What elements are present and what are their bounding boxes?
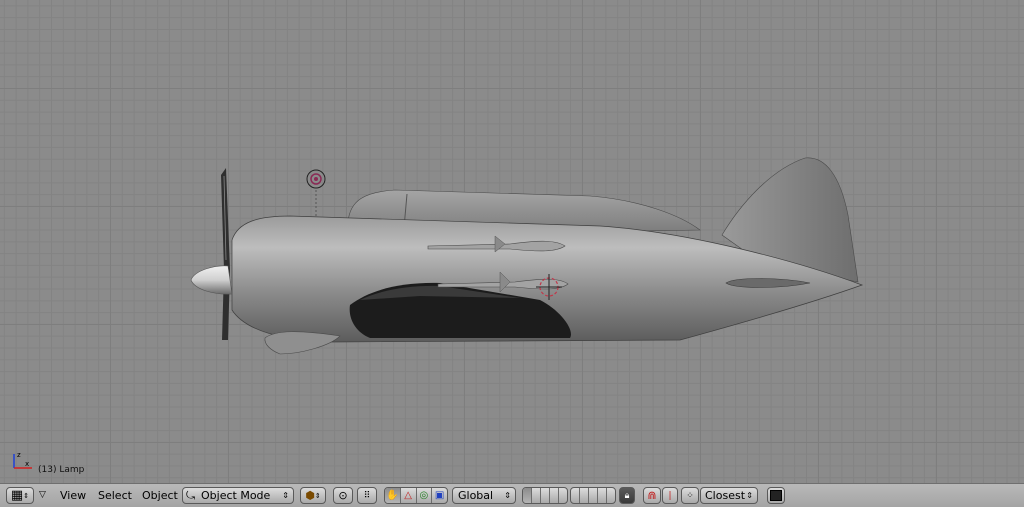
snap-element-button[interactable]: ❘ [662,487,678,504]
orientation-label: Global [458,489,494,502]
mode-label: Object Mode [201,489,271,502]
mode-dropdown[interactable]: ⤿ Object Mode ⇕ [182,487,294,504]
proportional-edit-icon: ⁘ [686,490,694,501]
layer-button[interactable] [580,488,589,503]
draw-type-icon: ⬢ [305,489,315,502]
layer-button[interactable] [532,488,541,503]
select-menu[interactable]: Select [98,487,132,504]
rotate-icon[interactable]: ◎ [417,488,433,503]
layers-group-2 [570,487,616,504]
layer-button[interactable] [589,488,598,503]
orientation-dropdown[interactable]: Global ⇕ [452,487,516,504]
layer-button[interactable] [541,488,550,503]
lamp-object[interactable] [306,169,326,220]
layers-group-1 [522,487,568,504]
layer-button[interactable] [523,488,532,503]
manipulator-group: ✋ △ ◎ ▣ [384,487,448,504]
object-mode-icon: ⤿ [186,489,196,502]
active-object-label: (13) Lamp [38,465,85,475]
scene-canvas [190,157,864,355]
snap-magnet-button[interactable]: ⋒ [643,487,661,504]
view3d-header: ▦ ⇕ ▽ View Select Object ⤿ Object Mode ⇕ … [0,483,1024,507]
snap-target-label: Closest [705,489,746,502]
object-menu[interactable]: Object [142,487,178,504]
dropdown-arrow-icon: ⇕ [746,491,753,500]
layer-button[interactable] [559,488,567,503]
translate-icon[interactable]: △ [401,488,417,503]
grid-icon: ▦ [10,488,24,503]
align-button[interactable]: ⠿ [357,487,377,504]
dropdown-arrow-icon: ⇕ [282,491,289,500]
pivot-icon: ⊙ [338,489,348,502]
magnet-icon: ⋒ [647,489,657,502]
view-menu[interactable]: View [60,487,86,504]
axis-x-label: x [25,460,29,468]
render-button[interactable] [767,487,785,504]
layer-button[interactable] [571,488,580,503]
render-icon [770,490,782,501]
editor-type-button[interactable]: ▦ ⇕ [6,487,34,504]
airplane-mesh[interactable] [190,157,864,355]
layer-button[interactable] [607,488,615,503]
pivot-button[interactable]: ⊙ [333,487,353,504]
proportional-edit-button[interactable]: ⁘ [681,487,699,504]
snap-target-dropdown[interactable]: Closest ⇕ [700,487,758,504]
axis-gizmo: z x [13,451,32,469]
dropdown-arrow-icon: ⇕ [504,491,511,500]
lock-icon: 🔒︎ [624,490,630,501]
3d-viewport[interactable]: z x (13) Lamp [0,0,1024,483]
axis-z-label: z [17,451,21,459]
snap-element-icon: ❘ [666,490,674,501]
hand-manipulator-icon[interactable]: ✋ [385,488,401,503]
collapse-menu-icon[interactable]: ▽ [39,487,51,504]
layer-button[interactable] [598,488,607,503]
layer-button[interactable] [550,488,559,503]
draw-type-button[interactable]: ⬢ ⇕ [300,487,326,504]
align-icon: ⠿ [363,490,371,501]
scale-icon[interactable]: ▣ [432,488,447,503]
lock-button[interactable]: 🔒︎ [619,487,635,504]
